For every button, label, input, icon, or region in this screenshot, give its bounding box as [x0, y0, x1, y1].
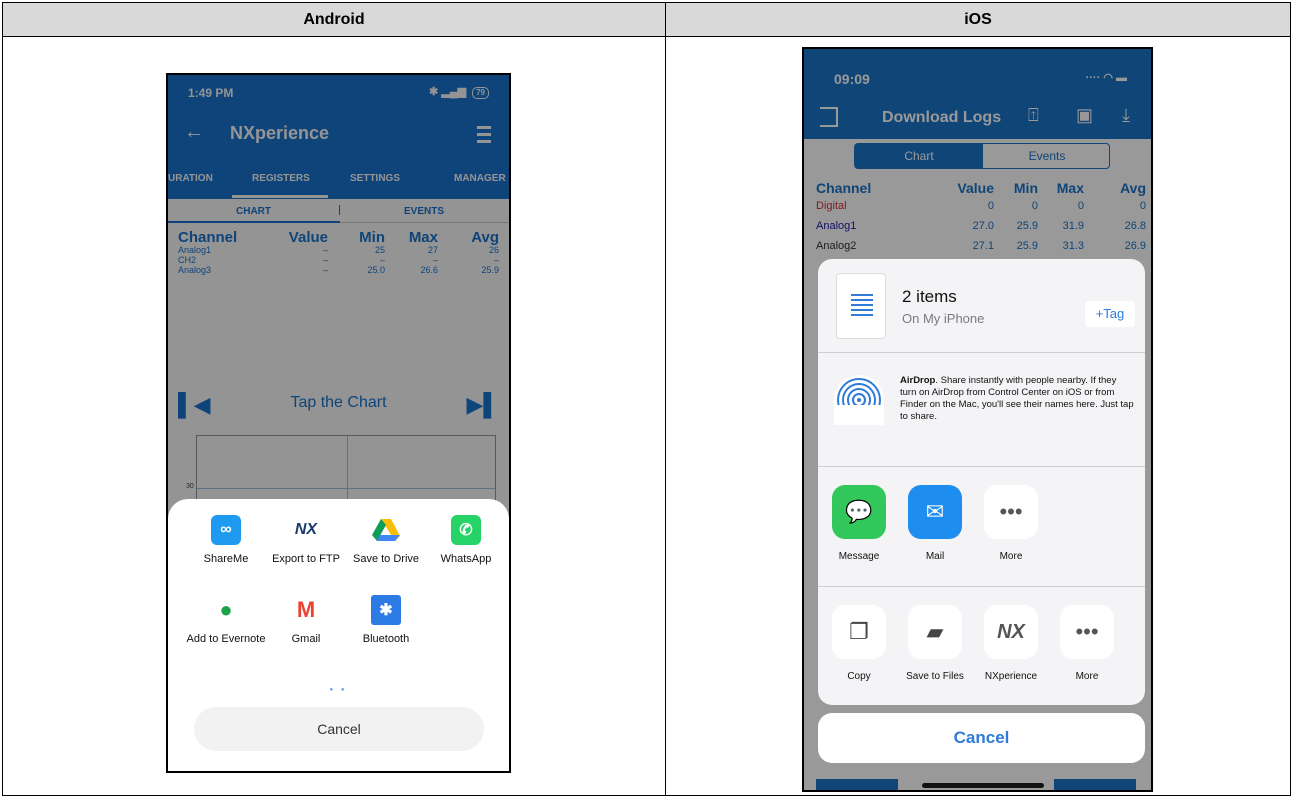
item-location: On My iPhone — [902, 311, 985, 326]
action-label: NXperience — [984, 671, 1038, 682]
action-label: Copy — [847, 671, 871, 682]
share-app-mail[interactable]: ✉ Mail — [900, 485, 970, 562]
tag-button[interactable]: +Tag — [1085, 301, 1135, 327]
home-indicator — [922, 783, 1044, 788]
share-header: 2 items On My iPhone +Tag — [818, 259, 1145, 353]
mail-icon: ✉ — [908, 485, 962, 539]
app-label: WhatsApp — [440, 553, 492, 565]
action-label: Save to Files — [906, 671, 964, 682]
share-app-whatsapp[interactable]: ✆ WhatsApp — [426, 515, 506, 565]
action-more[interactable]: ••• More — [1052, 605, 1122, 682]
message-icon: 💬 — [832, 485, 886, 539]
app-label: More — [999, 551, 1023, 562]
android-screenshot: 1:49 PM ✱ ▂▄▆ 79 ← NXperience URATION RE… — [166, 73, 511, 773]
column-divider — [665, 3, 666, 795]
header-ios: iOS — [964, 11, 992, 28]
share-apps-row: 💬 Message ✉ Mail ••• More — [818, 467, 1145, 587]
share-app-bluetooth[interactable]: ✱ Bluetooth — [346, 595, 426, 645]
airdrop-section: AirDrop. Share instantly with people nea… — [818, 353, 1145, 467]
header-android: Android — [303, 11, 365, 28]
app-label: Export to FTP — [272, 553, 340, 565]
more-icon: ••• — [984, 485, 1038, 539]
app-label: Bluetooth — [362, 633, 410, 645]
shareme-icon: ∞ — [211, 515, 241, 545]
gmail-icon: M — [296, 597, 316, 622]
app-label: Gmail — [291, 633, 321, 645]
app-label: ShareMe — [203, 553, 249, 565]
airdrop-description: AirDrop. Share instantly with people nea… — [900, 375, 1134, 423]
action-label: More — [1075, 671, 1099, 682]
share-app-shareme[interactable]: ∞ ShareMe — [186, 515, 266, 565]
more-icon: ••• — [1060, 605, 1114, 659]
airdrop-title: AirDrop — [900, 375, 936, 386]
drive-icon — [371, 515, 401, 545]
folder-icon: ▰ — [908, 605, 962, 659]
table-header-row: Android iOS — [3, 3, 1290, 37]
share-app-message[interactable]: 💬 Message — [824, 485, 894, 562]
airdrop-icon[interactable] — [834, 375, 884, 425]
bluetooth-icon: ✱ — [371, 595, 401, 625]
app-label: Message — [838, 551, 880, 562]
cancel-button[interactable]: Cancel — [194, 707, 484, 751]
page-indicator: ● ● — [329, 687, 348, 693]
nx-icon: NX — [294, 521, 318, 538]
ios-share-sheet: 2 items On My iPhone +Tag AirDrop. Share… — [818, 259, 1145, 705]
share-actions-row: ❐ Copy ▰ Save to Files NX NXperience •••… — [818, 587, 1145, 705]
app-label: Add to Evernote — [186, 633, 266, 645]
share-app-export-ftp[interactable]: NX Export to FTP — [266, 515, 346, 565]
share-app-more[interactable]: ••• More — [976, 485, 1046, 562]
airdrop-text: . Share instantly with people nearby. If… — [900, 375, 1134, 422]
share-app-evernote[interactable]: ● Add to Evernote — [186, 595, 266, 645]
whatsapp-icon: ✆ — [451, 515, 481, 545]
document-icon — [836, 273, 886, 339]
android-share-sheet: ∞ ShareMe NX Export to FTP Save to Drive… — [168, 499, 509, 771]
action-copy[interactable]: ❐ Copy — [824, 605, 894, 682]
share-app-save-to-drive[interactable]: Save to Drive — [346, 515, 426, 565]
copy-icon: ❐ — [832, 605, 886, 659]
action-save-to-files[interactable]: ▰ Save to Files — [900, 605, 970, 682]
share-app-gmail[interactable]: M Gmail — [266, 595, 346, 645]
app-label: Save to Drive — [352, 553, 420, 565]
nx-icon: NX — [984, 605, 1038, 659]
ios-screenshot: 09:09 ···· ◠ ▬ Download Logs ⍐ ▣ ⤓ Chart… — [802, 47, 1153, 792]
app-label: Mail — [925, 551, 945, 562]
action-nxperience[interactable]: NX NXperience — [976, 605, 1046, 682]
item-count: 2 items — [902, 287, 957, 306]
cancel-button[interactable]: Cancel — [818, 713, 1145, 763]
evernote-icon: ● — [219, 597, 233, 622]
